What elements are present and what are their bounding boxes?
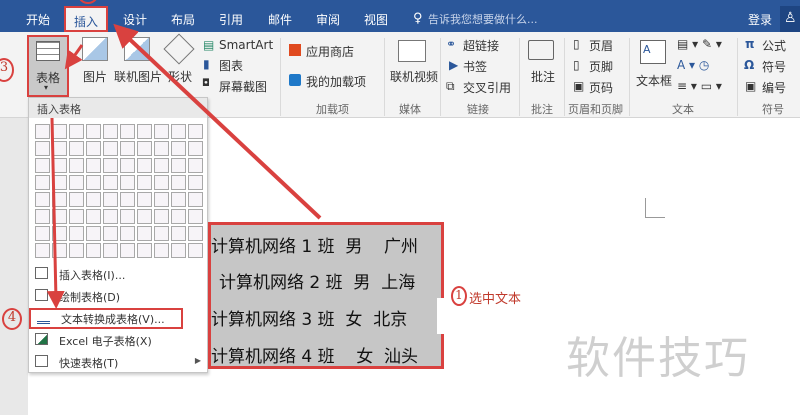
watermark: 软件技巧 (566, 333, 750, 384)
arrow-to-convert-item (46, 117, 65, 309)
arrow-to-insert-tab (113, 23, 322, 220)
arrow-to-table-button (64, 44, 84, 70)
